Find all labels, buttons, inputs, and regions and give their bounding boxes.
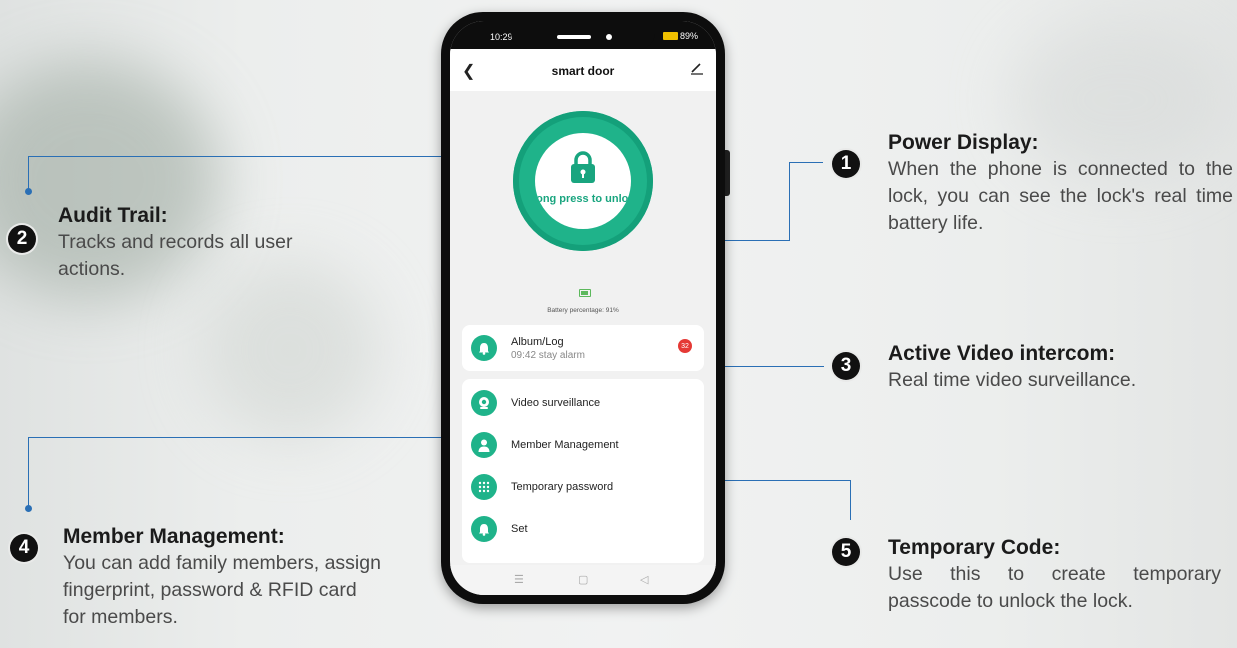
menu-item-set[interactable]: Set [471, 514, 528, 544]
edit-icon[interactable] [690, 61, 704, 75]
person-icon [471, 432, 497, 458]
album-log-subtitle: 09:42 stay alarm [511, 349, 585, 361]
notification-badge: 32 [678, 339, 692, 353]
callout-description: Tracks and records all user actions. [58, 231, 293, 280]
menu-item-label: Member Management [511, 439, 619, 451]
bell-icon [471, 516, 497, 542]
album-log-card[interactable]: Album/Log 09:42 stay alarm 32 [462, 325, 704, 371]
lock-icon [571, 151, 595, 183]
callout-number-5: 5 [832, 538, 860, 566]
menu-nav-icon[interactable]: ☰ [514, 573, 524, 586]
callout-title: Member Management: [63, 525, 285, 548]
bell-icon [471, 335, 497, 361]
callout-number-1: 1 [832, 150, 860, 178]
back-nav-icon[interactable]: ◁ [640, 573, 648, 586]
callout-description: You can add family members, assign finge… [63, 552, 381, 628]
menu-item-video-surveillance[interactable]: Video surveillance [471, 388, 600, 418]
unlock-button[interactable]: Long press to unlock [513, 111, 653, 251]
callout-member-management: Member Management: You can add family me… [63, 524, 383, 631]
callout-video-intercom: Active Video intercom: Real time video s… [888, 341, 1233, 394]
callout-title: Power Display: [888, 131, 1039, 154]
callout-description: Real time video surveillance. [888, 369, 1137, 391]
status-battery: 89% [662, 31, 698, 41]
callout-number-4: 4 [10, 534, 38, 562]
system-nav-bar: ☰ ▢ ◁ [450, 565, 716, 595]
callout-title: Temporary Code: [888, 536, 1061, 559]
status-battery-text: 89% [679, 31, 698, 41]
page-title: smart door [551, 64, 615, 78]
home-nav-icon[interactable]: ▢ [578, 573, 588, 586]
phone-notch [511, 21, 655, 49]
menu-item-member-management[interactable]: Member Management [471, 430, 619, 460]
app-header: ❮ smart door [450, 49, 716, 91]
menu-item-temporary-password[interactable]: Temporary password [471, 472, 613, 502]
keypad-icon [471, 474, 497, 500]
unlock-button-face: Long press to unlock [535, 133, 631, 229]
battery-percentage: Battery percentage: 91% [547, 307, 619, 314]
menu-item-label: Temporary password [511, 481, 614, 493]
callout-temporary-code: Temporary Code: Use this to create tempo… [888, 535, 1221, 615]
background-blur [200, 260, 380, 440]
unlock-hint: Long press to unlock [535, 193, 631, 205]
menu-item-label: Set [511, 523, 528, 535]
menu-card: Video surveillance Member Management Tem… [462, 379, 704, 563]
status-time: 10:29 [490, 32, 513, 42]
phone-screen: 10:29 89% ❮ smart door ong press to unlo… [450, 21, 716, 595]
camera-icon [471, 390, 497, 416]
phone-frame: 10:29 89% ❮ smart door ong press to unlo… [441, 12, 725, 604]
callout-power-display: Power Display: When the phone is connect… [888, 130, 1233, 237]
battery-icon [662, 32, 678, 40]
lock-battery-icon [579, 289, 591, 297]
callout-title: Active Video intercom: [888, 342, 1116, 365]
menu-item-label: Video surveillance [511, 397, 601, 409]
callout-number-2: 2 [8, 225, 36, 253]
callout-description: When the phone is connected to the lock,… [888, 158, 1233, 234]
album-log-title: Album/Log [511, 335, 564, 348]
callout-number-3: 3 [832, 352, 860, 380]
callout-title: Audit Trail: [58, 204, 168, 227]
callout-audit-trail: Audit Trail: Tracks and records all user… [58, 203, 318, 283]
callout-description: Use this to create temporary passcode to… [888, 563, 1221, 612]
